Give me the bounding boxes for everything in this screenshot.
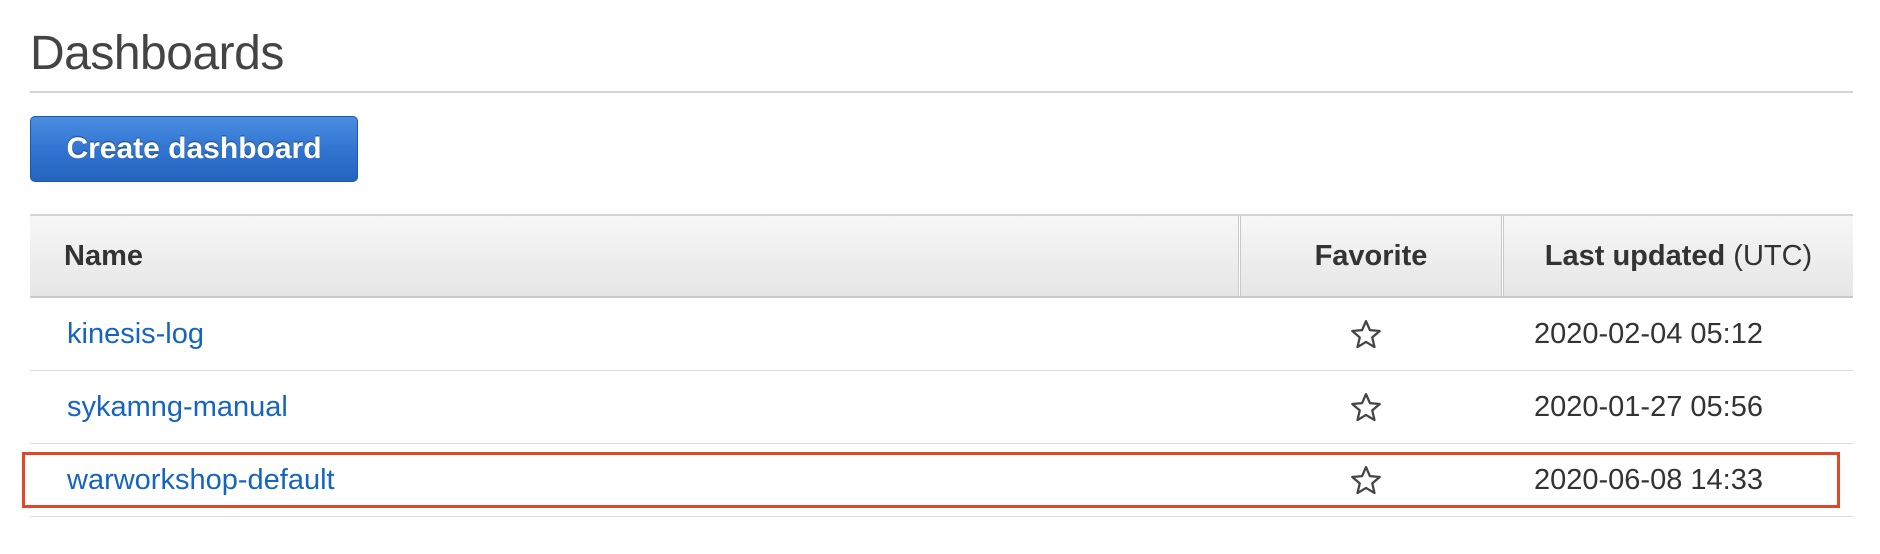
column-header-name[interactable]: Name — [30, 216, 1238, 296]
table-row: kinesis-log 2020-02-04 05:12 — [30, 298, 1853, 371]
last-updated-value: 2020-06-08 14:33 — [1534, 464, 1763, 496]
page-title: Dashboards — [30, 27, 284, 80]
column-header-timezone: (UTC) — [1733, 240, 1813, 272]
column-header-last-updated-label: Last updated — [1544, 240, 1726, 272]
dashboard-link[interactable]: warworkshop-default — [67, 444, 335, 516]
last-updated-value: 2020-01-27 05:56 — [1534, 391, 1763, 423]
dashboards-table: Name Favorite Last updated (UTC) kinesis… — [30, 214, 1853, 517]
dashboard-link[interactable]: sykamng-manual — [67, 371, 288, 443]
column-header-last-updated[interactable]: Last updated (UTC) — [1504, 216, 1853, 296]
dashboard-link[interactable]: kinesis-log — [67, 298, 204, 370]
last-updated-value: 2020-02-04 05:12 — [1534, 318, 1763, 350]
star-outline-icon[interactable] — [1349, 464, 1383, 498]
table-row: warworkshop-default 2020-06-08 14:33 — [30, 444, 1853, 517]
title-divider — [30, 91, 1853, 93]
star-outline-icon[interactable] — [1349, 318, 1383, 352]
table-row: sykamng-manual 2020-01-27 05:56 — [30, 371, 1853, 444]
column-header-favorite[interactable]: Favorite — [1241, 216, 1501, 296]
table-header: Name Favorite Last updated (UTC) — [30, 214, 1853, 298]
create-dashboard-button[interactable]: Create dashboard — [30, 116, 358, 182]
star-outline-icon[interactable] — [1349, 391, 1383, 425]
